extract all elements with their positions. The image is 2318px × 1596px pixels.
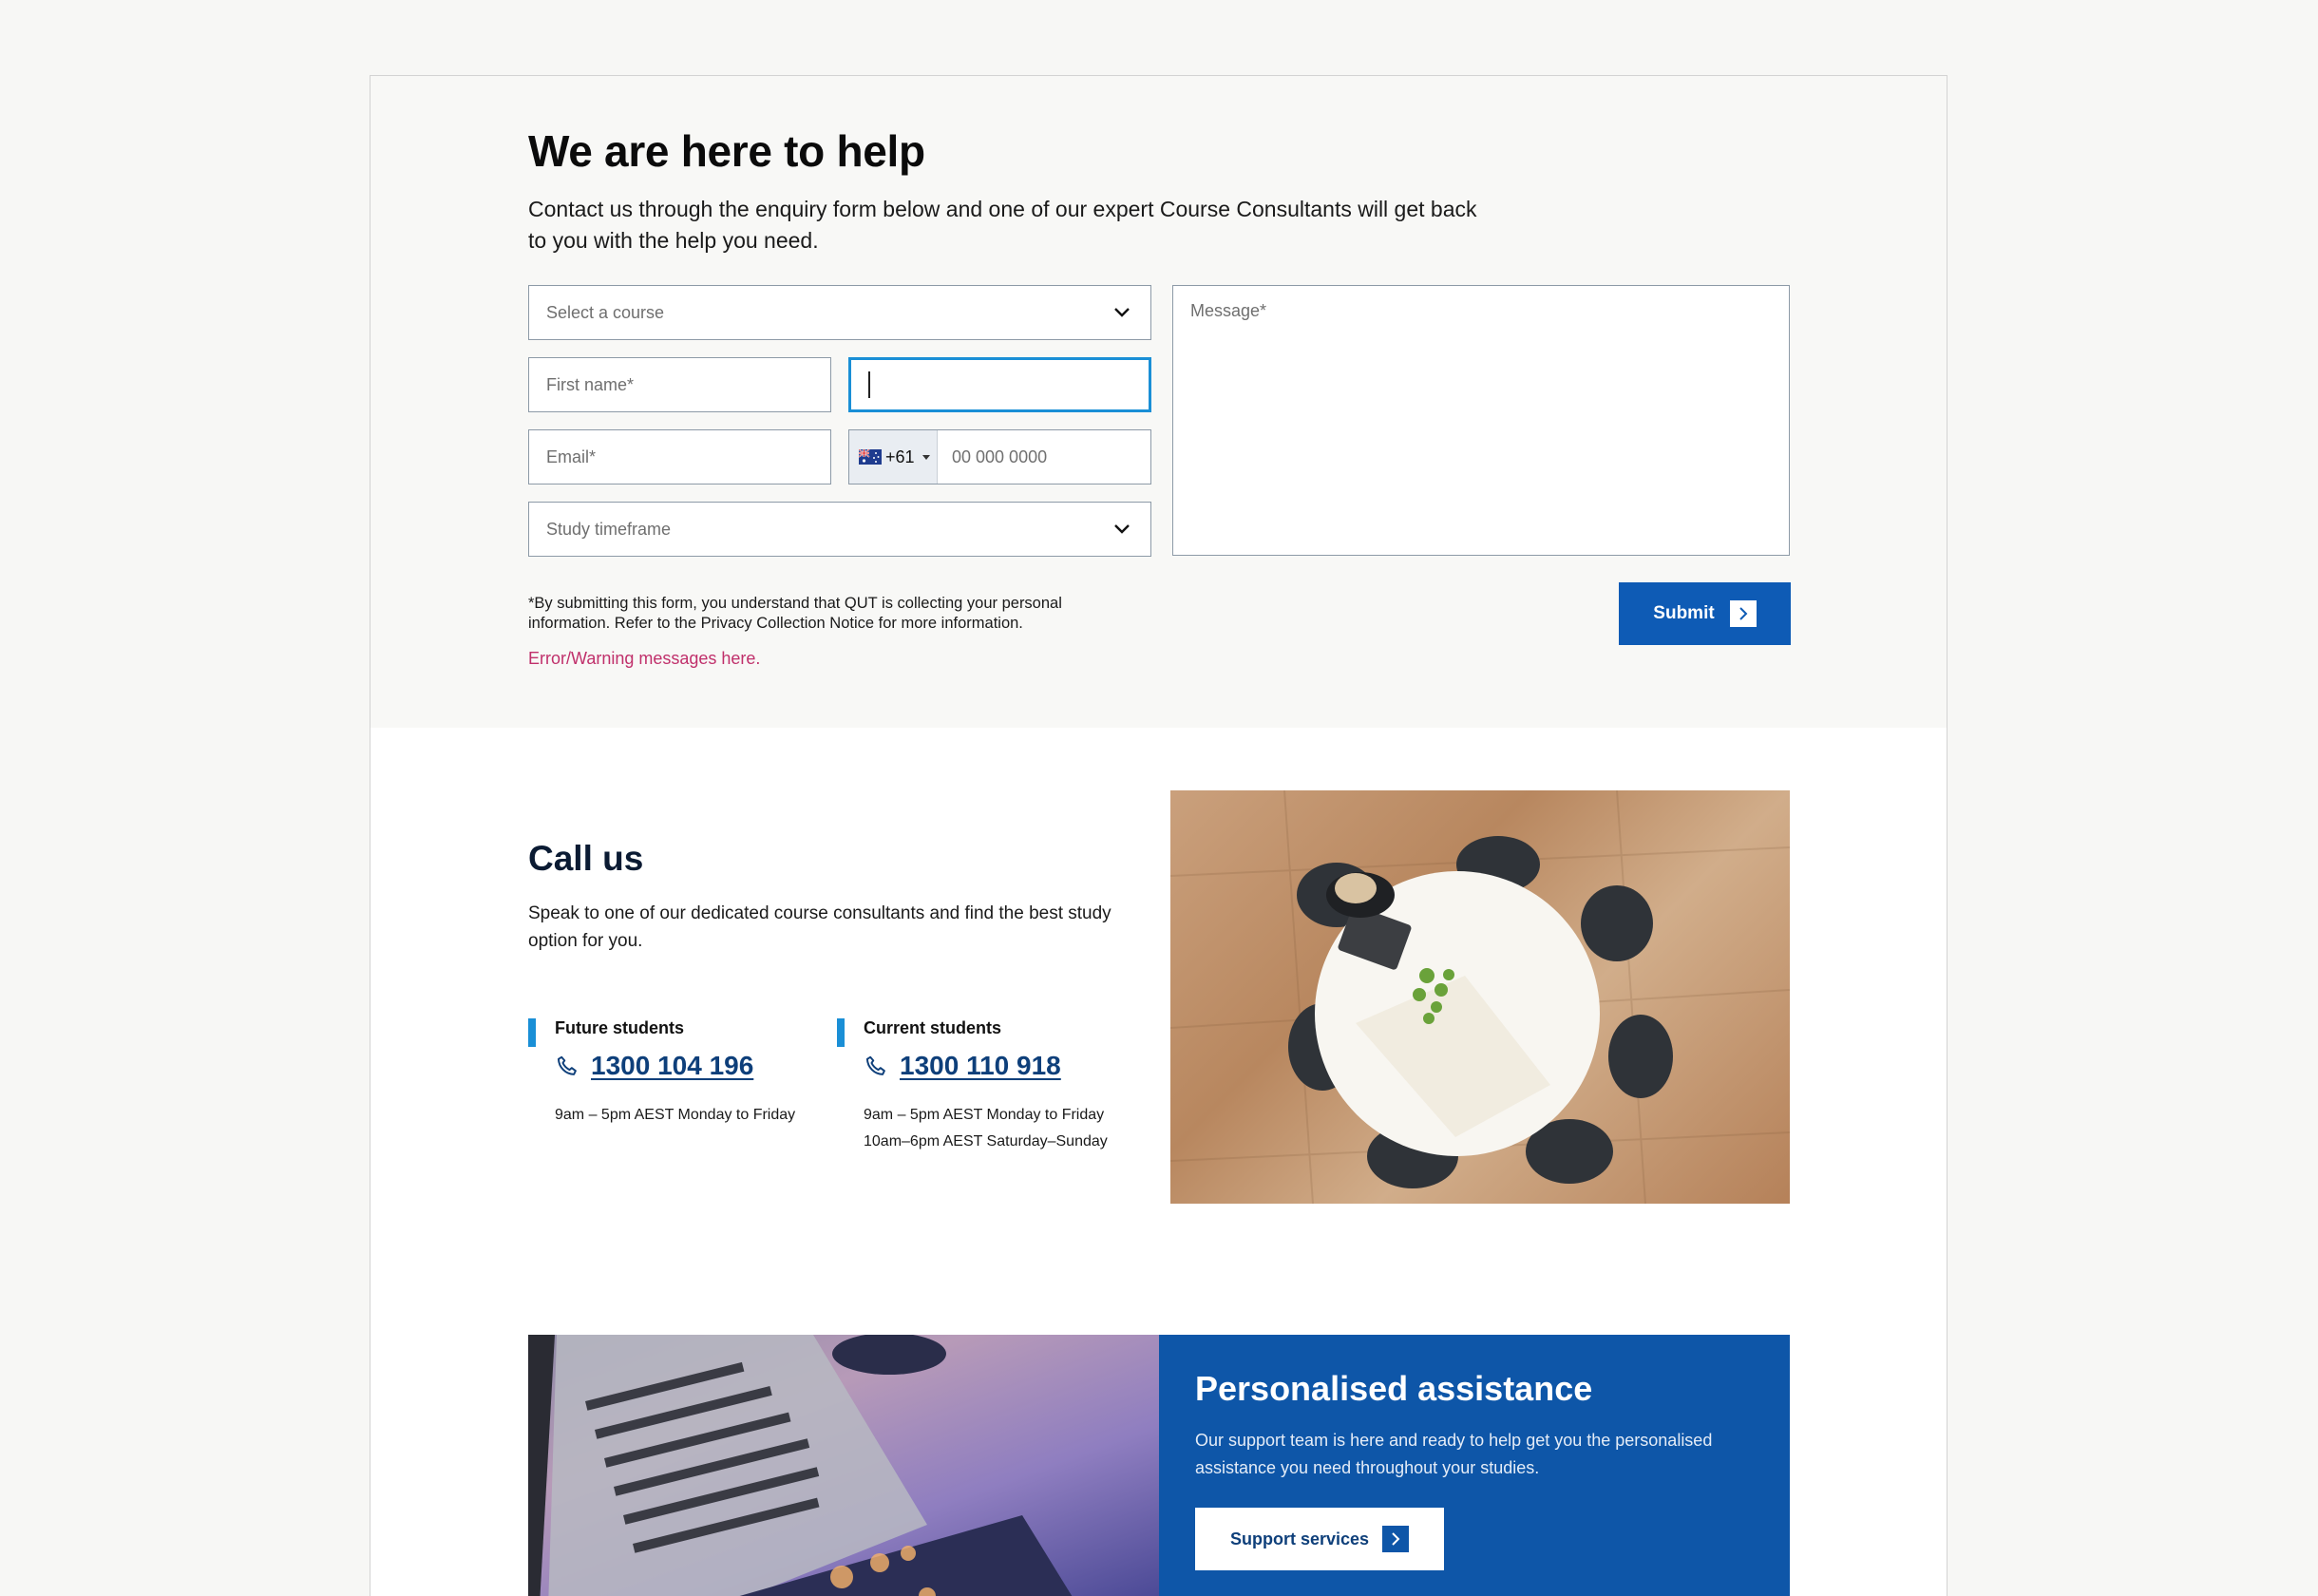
submit-button[interactable]: Submit — [1619, 582, 1791, 645]
future-students-phone[interactable]: 1300 104 196 — [555, 1051, 753, 1081]
hours-line: 9am – 5pm AEST Monday to Friday — [864, 1107, 1105, 1123]
accent-bar — [528, 1018, 536, 1047]
caret-down-icon — [922, 454, 930, 460]
current-students-number[interactable]: 1300 110 918 — [900, 1051, 1061, 1081]
email-placeholder: Email* — [546, 446, 597, 466]
phone-placeholder: 00 000 0000 — [952, 446, 1048, 466]
page-title: We are here to help — [528, 126, 925, 176]
hours-line: 10am–6pm AEST Saturday–Sunday — [864, 1133, 1108, 1150]
support-services-button[interactable]: Support services — [1195, 1508, 1444, 1570]
future-students-number[interactable]: 1300 104 196 — [591, 1051, 753, 1081]
chevron-right-icon — [1382, 1526, 1410, 1552]
personalised-assistance-section: Personalised assistance Our support team… — [528, 1335, 1790, 1596]
current-students-label: Current students — [864, 1018, 1002, 1037]
intro-text: Contact us through the enquiry form belo… — [528, 197, 1477, 253]
first-name-field[interactable]: First name* — [528, 357, 831, 412]
assistance-title: Personalised assistance — [1195, 1369, 1593, 1408]
australia-flag-icon — [859, 449, 882, 465]
first-name-placeholder: First name* — [546, 374, 635, 394]
privacy-disclaimer: *By submitting this form, you understand… — [528, 595, 1062, 632]
future-students-hours: 9am – 5pm AEST Monday to Friday — [555, 1102, 795, 1129]
message-placeholder: Message* — [1190, 301, 1267, 320]
page-frame: We are here to help Contact us through t… — [370, 75, 1948, 1596]
phone-icon — [557, 1055, 577, 1075]
future-students-label: Future students — [555, 1018, 685, 1037]
assistance-description: Our support team is here and ready to he… — [1195, 1431, 1713, 1477]
current-students-hours: 9am – 5pm AEST Monday to Friday 10am–6pm… — [864, 1102, 1108, 1155]
hours-line: 9am – 5pm AEST Monday to Friday — [555, 1107, 796, 1123]
enquiry-section: We are here to help Contact us through t… — [370, 76, 1947, 728]
last-name-field[interactable] — [848, 357, 1151, 412]
submit-label: Submit — [1653, 603, 1715, 623]
course-select-placeholder: Select a course — [546, 302, 665, 322]
country-code-select[interactable]: +61 — [849, 430, 938, 484]
assistance-panel: Personalised assistance Our support team… — [1159, 1335, 1790, 1596]
phone-field[interactable]: +61 00 000 0000 — [848, 429, 1151, 484]
country-code: +61 — [885, 446, 915, 466]
chevron-down-icon — [1114, 524, 1130, 534]
office-table-photo — [1170, 790, 1790, 1204]
text-cursor — [868, 371, 870, 398]
call-us-title: Call us — [528, 839, 644, 878]
phone-icon — [865, 1055, 885, 1075]
course-select[interactable]: Select a course — [528, 285, 1151, 340]
study-timeframe-select[interactable]: Study timeframe — [528, 502, 1151, 557]
accent-bar — [837, 1018, 845, 1047]
support-services-label: Support services — [1229, 1529, 1370, 1548]
study-timeframe-placeholder: Study timeframe — [546, 519, 672, 539]
chevron-down-icon — [1114, 308, 1130, 317]
email-field[interactable]: Email* — [528, 429, 831, 484]
laptop-photo — [528, 1335, 1159, 1596]
table-illustration — [1170, 790, 1790, 1204]
chevron-right-icon — [1729, 600, 1757, 627]
current-students-phone[interactable]: 1300 110 918 — [864, 1051, 1061, 1081]
error-message: Error/Warning messages here. — [528, 649, 761, 668]
call-us-description: Speak to one of our dedicated course con… — [528, 903, 1112, 951]
message-field[interactable]: Message* — [1172, 285, 1790, 556]
laptop-illustration — [528, 1335, 1073, 1596]
